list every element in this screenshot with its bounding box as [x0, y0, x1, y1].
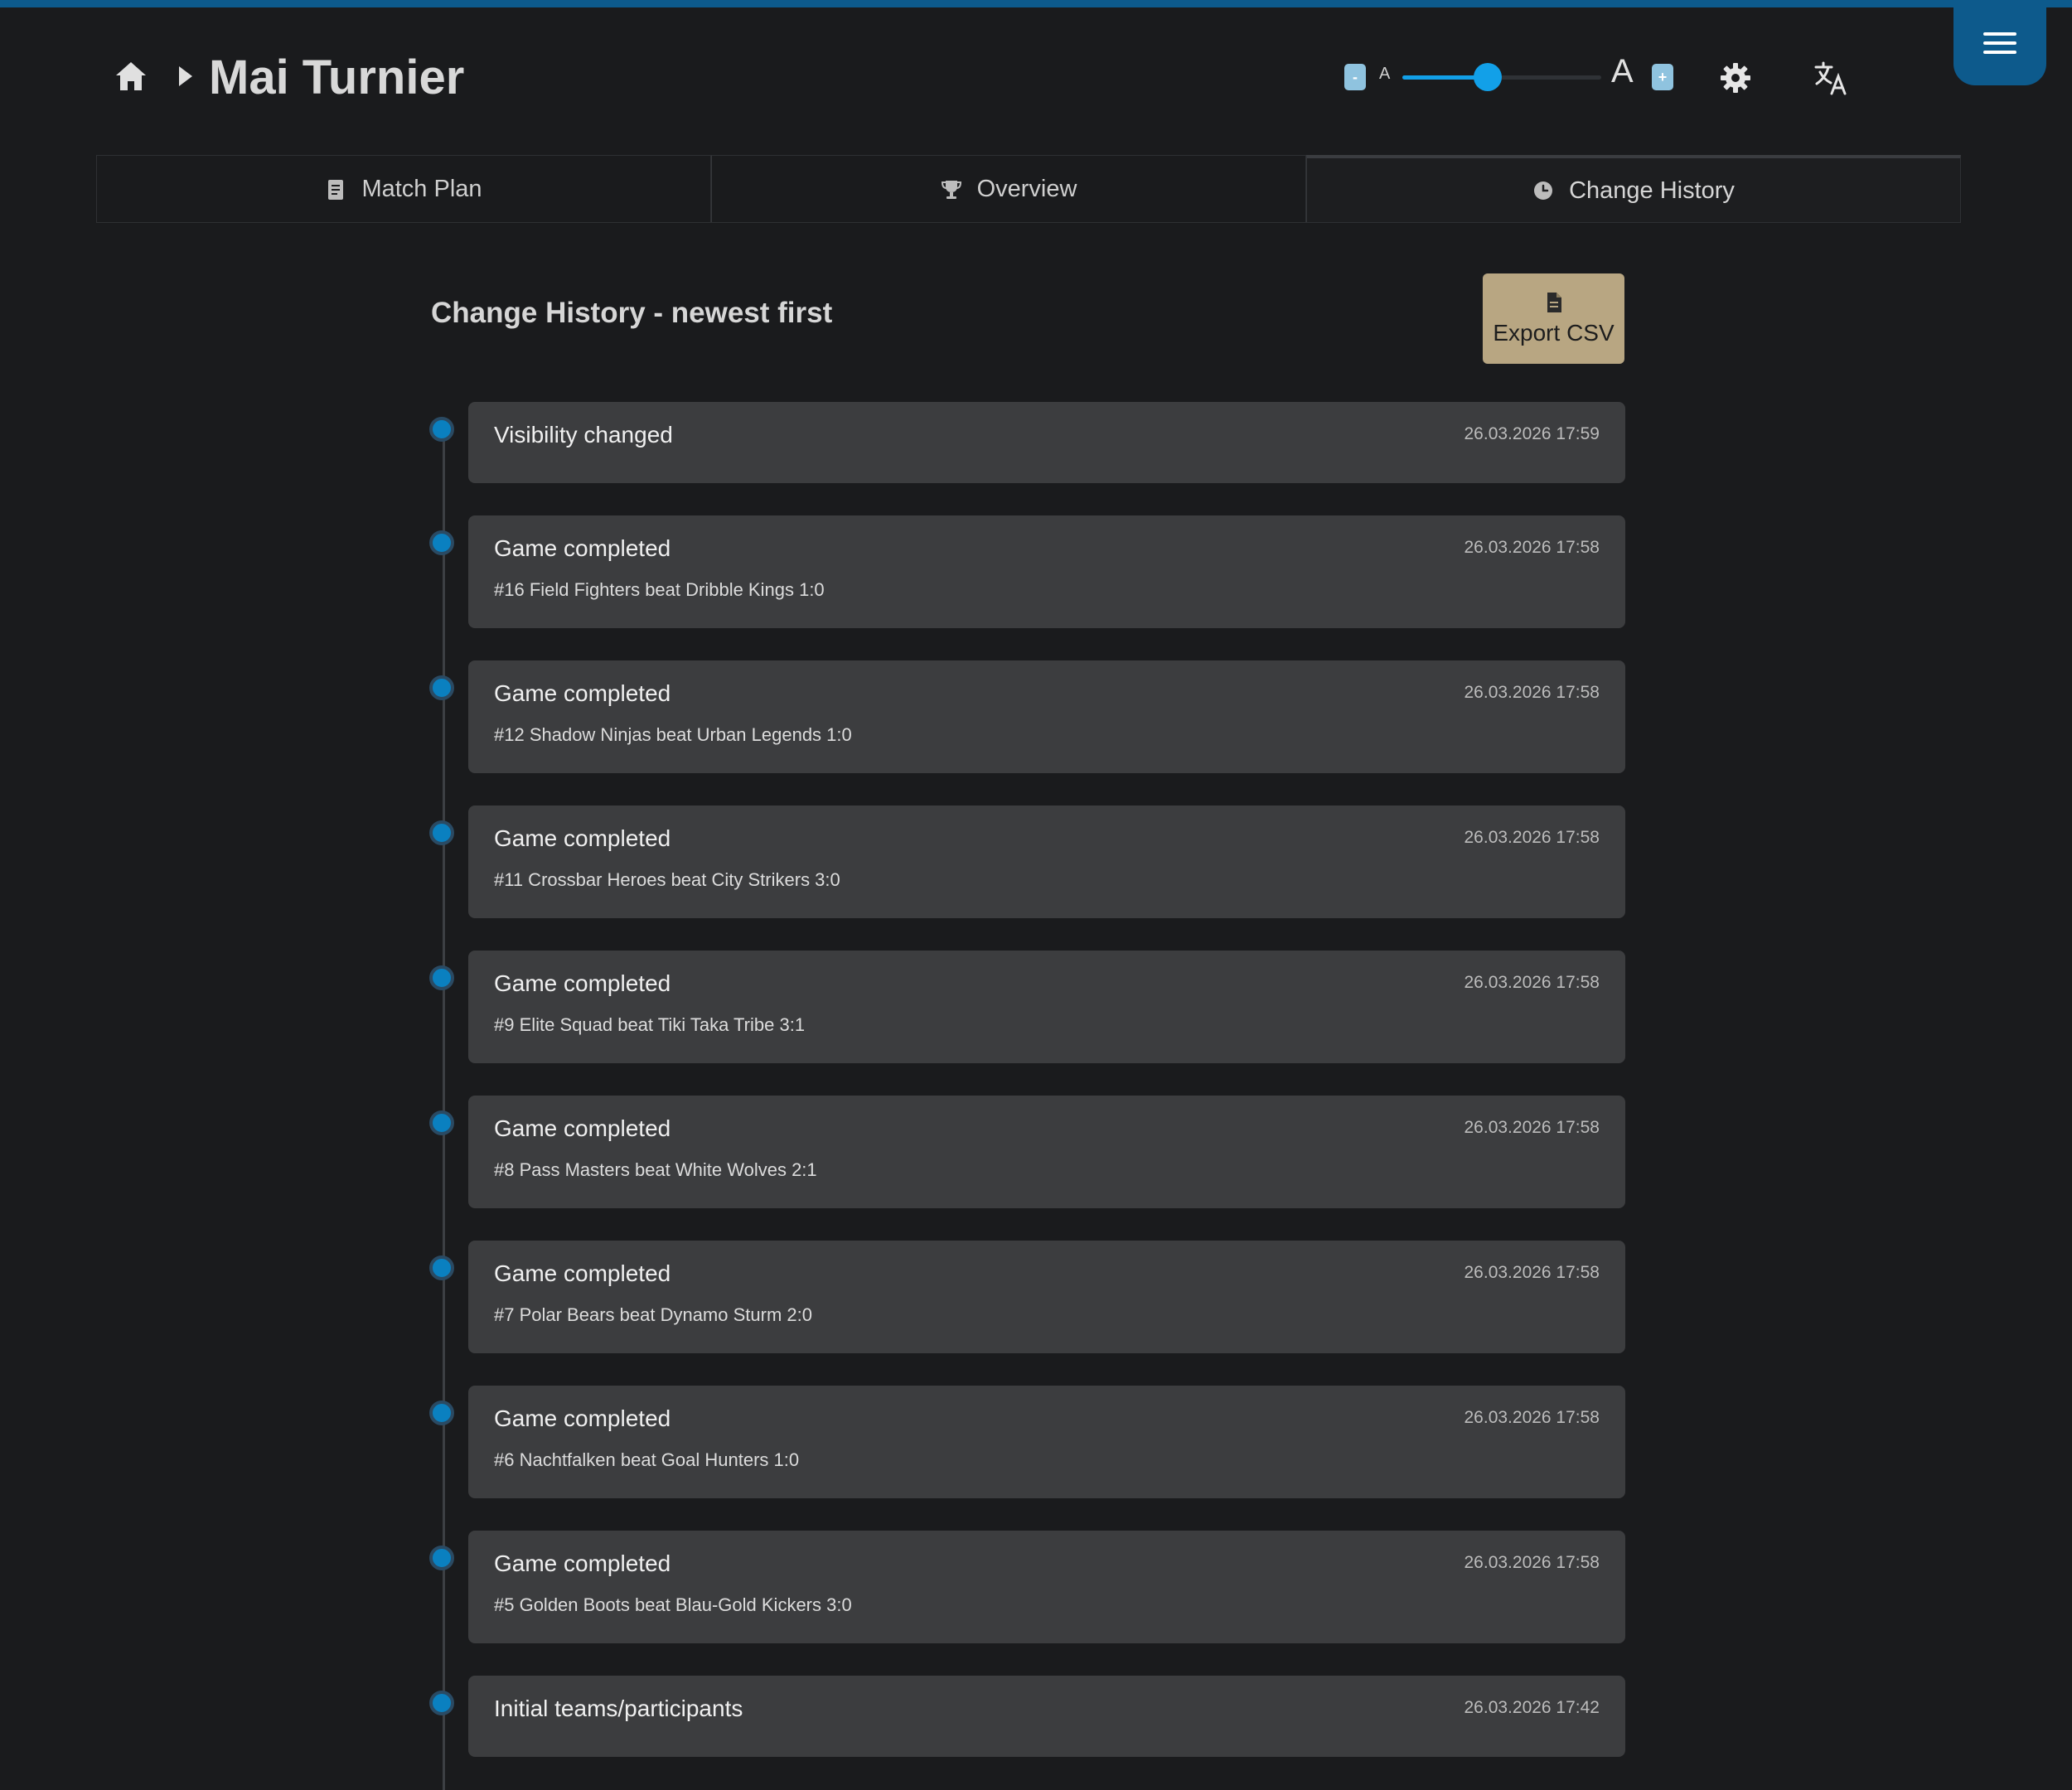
- timeline-dot: [429, 1110, 454, 1135]
- tab-match-plan-label: Match Plan: [361, 176, 482, 202]
- history-entry-detail: #5 Golden Boots beat Blau-Gold Kickers 3…: [494, 1594, 852, 1615]
- history-entry-timestamp: 26.03.2026 17:58: [1464, 538, 1600, 557]
- tabs-divider: [96, 222, 1961, 223]
- history-entry-card: [468, 1241, 1625, 1353]
- timeline-dot: [429, 820, 454, 845]
- history-entry-timestamp: 26.03.2026 17:59: [1464, 424, 1600, 443]
- history-entry-timestamp: 26.03.2026 17:58: [1464, 1553, 1600, 1572]
- translate-icon[interactable]: [1813, 60, 1850, 96]
- history-entry-card: [468, 1096, 1625, 1208]
- history-entry-title: Game completed: [494, 1405, 671, 1431]
- tab-change-history[interactable]: Change History: [1306, 155, 1961, 223]
- font-size-slider[interactable]: [1402, 63, 1601, 91]
- history-entry-title: Game completed: [494, 1115, 671, 1141]
- font-size-increase-button[interactable]: +: [1652, 64, 1673, 90]
- history-entry-title: Game completed: [494, 970, 671, 996]
- history-entry-timestamp: 26.03.2026 17:58: [1464, 828, 1600, 847]
- history-entry: Game completed #6 Nachtfalken beat Goal H…: [429, 1386, 1625, 1498]
- timeline-dot: [429, 1546, 454, 1570]
- font-size-slider-thumb[interactable]: [1474, 63, 1503, 91]
- history-entry-timestamp: 26.03.2026 17:58: [1464, 1118, 1600, 1137]
- history-entry-card: [468, 660, 1625, 773]
- history-entry: Game completed #16 Field Fighters beat Dr…: [429, 515, 1625, 628]
- trophy-icon: [941, 180, 961, 199]
- tab-change-history-label: Change History: [1569, 177, 1735, 204]
- history-entry-title: Game completed: [494, 1551, 671, 1576]
- history-entry-detail: #7 Polar Bears beat Dynamo Sturm 2:0: [494, 1304, 812, 1325]
- chevron-right-icon: [179, 66, 192, 86]
- tab-match-plan[interactable]: Match Plan: [96, 155, 711, 223]
- history-entry-title: Game completed: [494, 825, 671, 851]
- timeline-dot: [429, 1691, 454, 1715]
- history-entry: Game completed #8 Pass Masters beat White…: [429, 1096, 1625, 1208]
- tab-overview[interactable]: Overview: [711, 155, 1306, 223]
- history-entry-timestamp: 26.03.2026 17:58: [1464, 683, 1600, 702]
- file-icon: [1547, 292, 1561, 312]
- history-entry-title: Game completed: [494, 680, 671, 706]
- header: Mai Turnier - A A +: [0, 33, 2072, 124]
- page-title: Mai Turnier: [209, 51, 465, 104]
- export-csv-button[interactable]: Export CSV: [1483, 273, 1624, 364]
- history-entry-detail: #6 Nachtfalken beat Goal Hunters 1:0: [494, 1449, 800, 1470]
- timeline-dot: [429, 417, 454, 442]
- export-csv-label: Export CSV: [1493, 319, 1615, 346]
- clock-icon: [1534, 181, 1553, 200]
- gear-icon[interactable]: [1719, 61, 1752, 94]
- timeline-dot: [429, 1401, 454, 1425]
- history-entry: Game completed #12 Shadow Ninjas beat Urb…: [429, 660, 1625, 773]
- history-entry-timestamp: 26.03.2026 17:58: [1464, 1408, 1600, 1427]
- timeline-dot: [429, 530, 454, 555]
- document-icon: [328, 179, 344, 200]
- history-entry: Game completed #9 Elite Squad beat Tiki T…: [429, 951, 1625, 1063]
- timeline-dot: [429, 1255, 454, 1280]
- timeline-dot: [429, 965, 454, 990]
- history-entry-detail: #9 Elite Squad beat Tiki Taka Tribe 3:1: [494, 1014, 806, 1035]
- history-entry-title: Game completed: [494, 1260, 671, 1286]
- history-entry-title: Initial teams/participants: [494, 1696, 743, 1721]
- timeline-dot: [429, 675, 454, 700]
- top-accent-bar: [0, 0, 2072, 7]
- tab-overview-label: Overview: [976, 176, 1077, 202]
- font-size-small-label: A: [1379, 65, 1391, 83]
- history-entry-detail: #11 Crossbar Heroes beat City Strikers 3…: [494, 869, 840, 890]
- history-entry-detail: #16 Field Fighters beat Dribble Kings 1:…: [494, 579, 825, 600]
- history-entry-card: [468, 806, 1625, 918]
- history-entry-title: Game completed: [494, 535, 671, 561]
- history-entry: Game completed #7 Polar Bears beat Dynamo…: [429, 1241, 1625, 1353]
- history-entry-card: [468, 515, 1625, 628]
- history-entry-timestamp: 26.03.2026 17:58: [1464, 973, 1600, 992]
- history-entry: Game completed #11 Crossbar Heroes beat C…: [429, 806, 1625, 918]
- history-entry-card: [468, 1386, 1625, 1498]
- history-entry-detail: #8 Pass Masters beat White Wolves 2:1: [494, 1159, 817, 1180]
- section-title: Change History - newest first: [431, 297, 833, 329]
- history-entry-card: [468, 951, 1625, 1063]
- tab-bar: Match Plan Overview Change History: [96, 155, 1961, 223]
- history-entry-detail: #12 Shadow Ninjas beat Urban Legends 1:0: [494, 724, 852, 745]
- history-entry-card: [468, 1531, 1625, 1643]
- history-entry-timestamp: 26.03.2026 17:42: [1464, 1698, 1600, 1717]
- history-entry: Initial teams/participants 26.03.2026 17:…: [429, 1676, 1625, 1757]
- history-entry-title: Visibility changed: [494, 422, 673, 448]
- font-size-decrease-button[interactable]: -: [1344, 64, 1366, 90]
- font-size-large-label: A: [1611, 53, 1634, 90]
- history-entry-timestamp: 26.03.2026 17:58: [1464, 1263, 1600, 1282]
- history-entry: Game completed #5 Golden Boots beat Blau-…: [429, 1531, 1625, 1643]
- home-icon[interactable]: [114, 60, 148, 93]
- history-entry: Visibility changed 26.03.2026 17:59: [429, 402, 1625, 483]
